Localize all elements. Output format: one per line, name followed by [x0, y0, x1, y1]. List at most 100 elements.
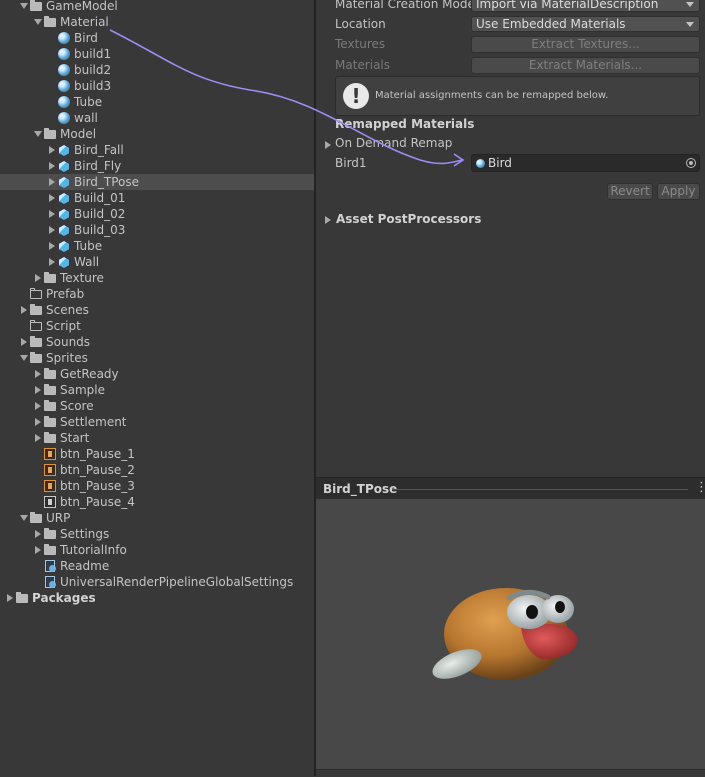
project-item-getready[interactable]: GetReady — [0, 366, 314, 382]
folder-icon — [29, 0, 43, 13]
kebab-menu-icon[interactable] — [695, 480, 705, 496]
project-item-bird[interactable]: Bird — [0, 30, 314, 46]
project-item-label: Readme — [60, 559, 110, 573]
chevron-right-icon[interactable] — [45, 254, 57, 270]
project-item-bird-fly[interactable]: Bird_Fly — [0, 158, 314, 174]
chevron-right-icon[interactable] — [321, 137, 333, 153]
project-item-btn-pause-3[interactable]: btn_Pause_3 — [0, 478, 314, 494]
apply-button[interactable]: Apply — [657, 183, 700, 200]
project-item-btn-pause-2[interactable]: btn_Pause_2 — [0, 462, 314, 478]
material-creation-mode-label: Material Creation Mode — [335, 0, 475, 11]
chevron-right-icon[interactable] — [31, 366, 43, 382]
chevron-right-icon[interactable] — [31, 398, 43, 414]
chevron-down-icon[interactable] — [17, 350, 29, 366]
project-item-build-01[interactable]: Build_01 — [0, 190, 314, 206]
project-item-sample[interactable]: Sample — [0, 382, 314, 398]
project-item-gamemodel[interactable]: GameModel — [0, 0, 314, 14]
project-item-build2[interactable]: build2 — [0, 62, 314, 78]
project-item-tutorialinfo[interactable]: TutorialInfo — [0, 542, 314, 558]
chevron-right-icon[interactable] — [3, 590, 15, 606]
chevron-right-icon[interactable] — [45, 142, 57, 158]
project-item-label: build3 — [74, 79, 112, 93]
project-item-script[interactable]: Script — [0, 318, 314, 334]
folder-icon — [29, 335, 43, 349]
location-dropdown[interactable]: Use Embedded Materials — [471, 16, 700, 32]
project-item-model[interactable]: Model — [0, 126, 314, 142]
chevron-right-icon[interactable] — [45, 222, 57, 238]
chevron-right-icon[interactable] — [45, 158, 57, 174]
asset-postprocessors-foldout[interactable]: Asset PostProcessors — [336, 212, 481, 226]
project-item-urp[interactable]: URP — [0, 510, 314, 526]
extract-textures-button[interactable]: Extract Textures... — [471, 36, 700, 53]
chevron-right-icon[interactable] — [17, 302, 29, 318]
project-item-label: Sample — [60, 383, 105, 397]
project-item-label: Build_02 — [74, 207, 126, 221]
project-item-texture[interactable]: Texture — [0, 270, 314, 286]
project-item-packages[interactable]: Packages — [0, 590, 314, 606]
project-item-btn-pause-1[interactable]: btn_Pause_1 — [0, 446, 314, 462]
project-item-start[interactable]: Start — [0, 430, 314, 446]
project-item-label: Bird_TPose — [74, 175, 140, 189]
project-item-label: Material — [60, 15, 109, 29]
project-item-settlement[interactable]: Settlement — [0, 414, 314, 430]
project-item-tube[interactable]: Tube — [0, 238, 314, 254]
model-icon — [57, 143, 71, 157]
object-picker-icon[interactable] — [686, 158, 696, 168]
extract-materials-button[interactable]: Extract Materials... — [471, 57, 700, 74]
project-item-build-02[interactable]: Build_02 — [0, 206, 314, 222]
project-item-prefab[interactable]: Prefab — [0, 286, 314, 302]
project-item-sprites[interactable]: Sprites — [0, 350, 314, 366]
sprite-icon — [43, 479, 57, 493]
chevron-right-icon[interactable] — [45, 206, 57, 222]
project-item-bird-fall[interactable]: Bird_Fall — [0, 142, 314, 158]
project-item-wall[interactable]: Wall — [0, 254, 314, 270]
project-item-label: Settings — [60, 527, 110, 541]
project-item-build-03[interactable]: Build_03 — [0, 222, 314, 238]
chevron-down-icon[interactable] — [17, 0, 29, 14]
chevron-right-icon[interactable] — [31, 382, 43, 398]
project-item-score[interactable]: Score — [0, 398, 314, 414]
material-creation-mode-dropdown[interactable]: Import via MaterialDescription — [471, 0, 700, 12]
chevron-right-icon[interactable] — [31, 414, 43, 430]
on-demand-remap-foldout[interactable]: On Demand Remap — [335, 136, 452, 150]
project-item-universalrenderpipelineglobalsettings[interactable]: UniversalRenderPipelineGlobalSettings — [0, 574, 314, 590]
chevron-right-icon[interactable] — [45, 238, 57, 254]
chevron-down-icon[interactable] — [31, 126, 43, 142]
chevron-right-icon[interactable] — [31, 430, 43, 446]
chevron-right-icon[interactable] — [45, 190, 57, 206]
project-item-bird-tpose[interactable]: Bird_TPose — [0, 174, 314, 190]
project-item-build3[interactable]: build3 — [0, 78, 314, 94]
project-item-readme[interactable]: Readme — [0, 558, 314, 574]
chevron-right-icon[interactable] — [45, 174, 57, 190]
project-item-label: build2 — [74, 63, 112, 77]
sprite-icon — [43, 447, 57, 461]
project-item-build1[interactable]: build1 — [0, 46, 314, 62]
chevron-right-icon[interactable] — [31, 270, 43, 286]
chevron-right-icon[interactable] — [321, 212, 333, 228]
model-preview-viewport[interactable] — [316, 499, 705, 769]
project-item-label: Model — [60, 127, 97, 141]
project-item-settings[interactable]: Settings — [0, 526, 314, 542]
project-item-wall[interactable]: wall — [0, 110, 314, 126]
project-item-tube[interactable]: Tube — [0, 94, 314, 110]
chevron-right-icon[interactable] — [31, 526, 43, 542]
project-item-label: btn_Pause_2 — [60, 463, 135, 477]
sprite-icon — [43, 495, 57, 509]
chevron-right-icon[interactable] — [31, 542, 43, 558]
project-item-btn-pause-4[interactable]: btn_Pause_4 — [0, 494, 314, 510]
chevron-down-icon[interactable] — [31, 14, 43, 30]
material-icon — [57, 63, 71, 77]
remapped-materials-header: Remapped Materials — [335, 117, 475, 131]
project-item-material[interactable]: Material — [0, 14, 314, 30]
project-item-label: Bird — [74, 31, 98, 45]
bird1-material-field[interactable]: Bird — [471, 154, 700, 172]
project-item-sounds[interactable]: Sounds — [0, 334, 314, 350]
material-icon — [57, 79, 71, 93]
revert-button[interactable]: Revert — [607, 183, 653, 200]
project-item-scenes[interactable]: Scenes — [0, 302, 314, 318]
project-panel: GameModel Material Bird build1 build2 build3 T… — [0, 0, 314, 776]
model-icon — [57, 255, 71, 269]
chevron-down-icon[interactable] — [17, 510, 29, 526]
chevron-right-icon[interactable] — [17, 334, 29, 350]
folder-icon — [43, 543, 57, 557]
